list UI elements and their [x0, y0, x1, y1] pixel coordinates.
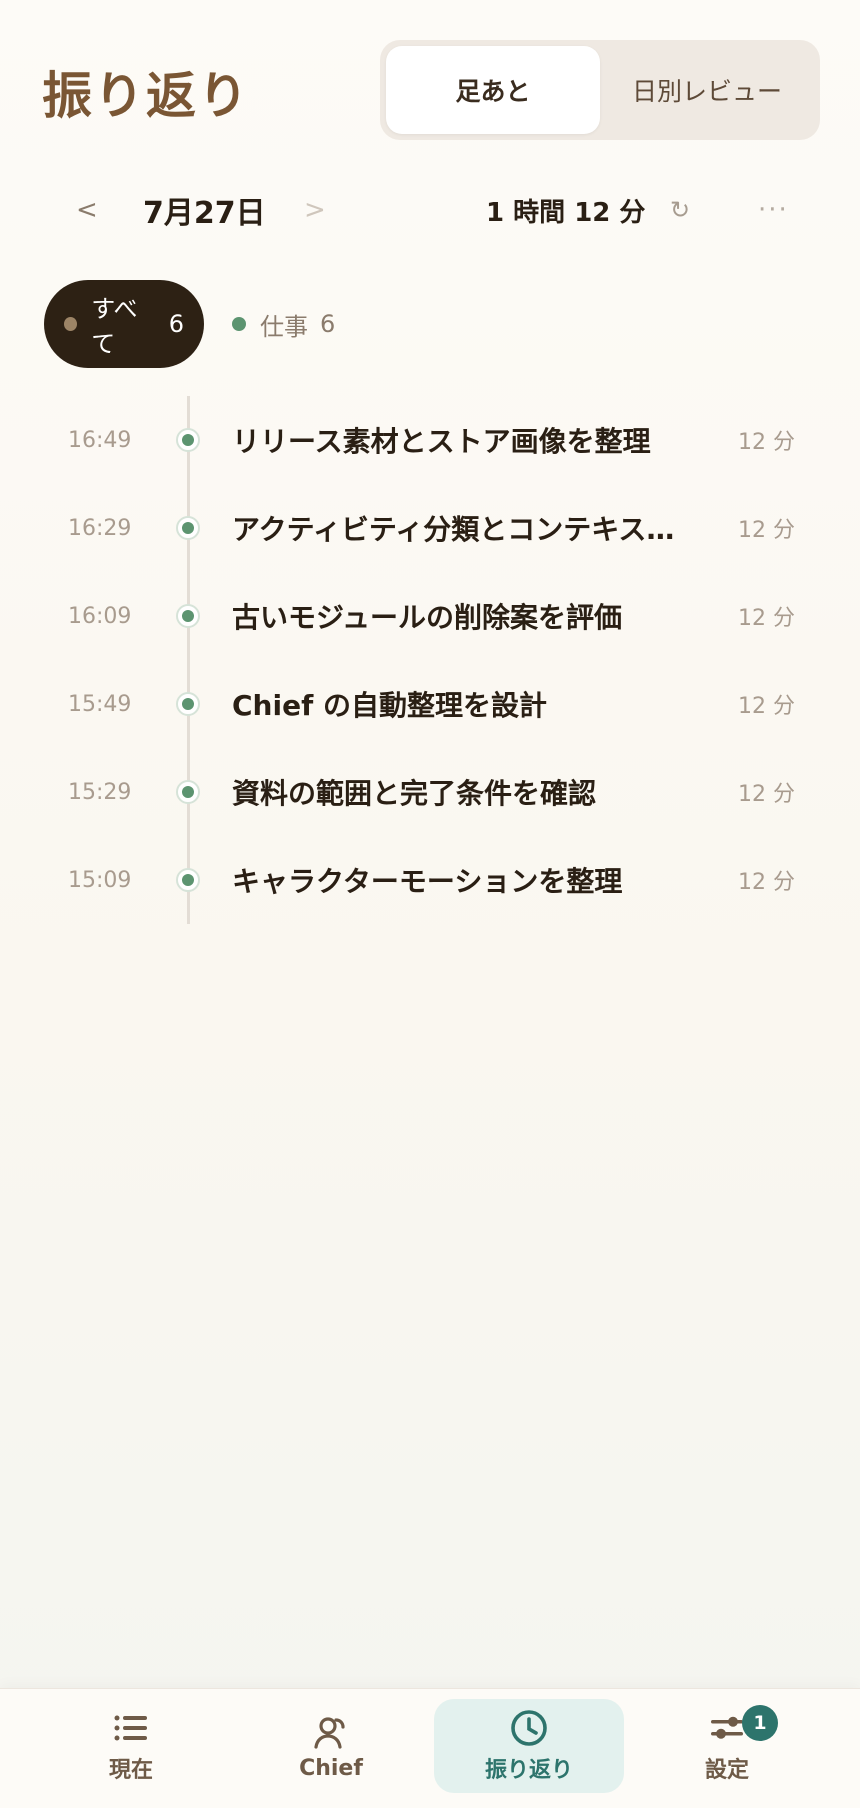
timeline-entry[interactable]: 15:49 Chief の自動整理を設計 12 分	[0, 674, 860, 734]
filter-count: 6	[168, 310, 184, 338]
entry-duration: 12 分	[738, 694, 795, 719]
timeline-node	[176, 780, 200, 804]
sliders-icon	[707, 1708, 747, 1748]
refresh-icon[interactable]: ↻	[670, 185, 690, 235]
clock-icon	[509, 1708, 549, 1748]
tab-label: Chief	[299, 1755, 363, 1781]
view-segmented-control: 足あと 日別レビュー	[380, 40, 820, 140]
filter-count: 6	[320, 310, 336, 338]
timeline-node	[176, 692, 200, 716]
total-duration: 1 時間 12 分	[486, 197, 646, 228]
current-date: 7月27日	[143, 196, 266, 231]
entry-time: 16:09	[68, 603, 132, 629]
timeline-entry[interactable]: 16:29 アクティビティ分類とコンテキストの整理 12 分	[0, 498, 860, 558]
entry-title: 資料の範囲と完了条件を確認	[232, 777, 597, 810]
entry-time: 15:49	[68, 691, 132, 717]
segment-footprints[interactable]: 足あと	[386, 46, 600, 134]
timeline-line	[187, 396, 190, 924]
tab-label: 設定	[704, 1758, 749, 1783]
segment-daily-review[interactable]: 日別レビュー	[600, 46, 814, 134]
entry-time: 16:49	[68, 427, 132, 453]
activity-timeline: 16:49 リリース素材とストア画像を整理 12 分 16:29 アクティビティ…	[0, 396, 860, 924]
timeline-node	[176, 604, 200, 628]
entry-time: 15:29	[68, 779, 132, 805]
category-filters: すべて 6 仕事 6	[44, 280, 335, 368]
app-root: 振り返り 足あと 日別レビュー < 7月27日 > 1 時間 12 分 ↻ ··…	[0, 0, 860, 1808]
tab-label: 振り返り	[484, 1758, 573, 1783]
timeline-node	[176, 868, 200, 892]
entry-time: 16:29	[68, 515, 132, 541]
entry-duration: 12 分	[738, 430, 795, 455]
entry-duration: 12 分	[738, 606, 795, 631]
entry-title: リリース素材とストア画像を整理	[232, 425, 651, 458]
category-dot	[64, 317, 78, 331]
more-options-button[interactable]: ···	[758, 185, 789, 235]
tab-label: 現在	[108, 1758, 153, 1783]
settings-notification-badge: 1	[742, 1705, 778, 1741]
next-day-button[interactable]: >	[304, 185, 326, 235]
prev-day-button[interactable]: <	[76, 185, 98, 235]
timeline-node	[176, 428, 200, 452]
entry-title: アクティビティ分類とコンテキストの整理	[232, 513, 702, 546]
filter-chip-work[interactable]: 仕事 6	[204, 280, 335, 368]
user-icon	[311, 1712, 351, 1752]
entry-title: 古いモジュールの削除案を評価	[232, 601, 623, 634]
timeline-entry[interactable]: 15:29 資料の範囲と完了条件を確認 12 分	[0, 762, 860, 822]
timeline-entry[interactable]: 16:49 リリース素材とストア画像を整理 12 分	[0, 410, 860, 470]
tab-chief[interactable]: Chief	[236, 1699, 426, 1793]
entry-title: Chief の自動整理を設計	[232, 689, 548, 722]
category-dot	[232, 317, 246, 331]
page-title: 振り返り	[42, 67, 250, 125]
entry-duration: 12 分	[738, 782, 795, 807]
tab-now[interactable]: 現在	[36, 1699, 226, 1793]
filter-chip-all[interactable]: すべて 6	[44, 280, 204, 368]
tab-settings[interactable]: 設定	[632, 1699, 822, 1793]
timeline-entry[interactable]: 15:09 キャラクターモーションを整理 12 分	[0, 850, 860, 910]
list-icon	[111, 1708, 151, 1748]
filter-label: 仕事	[260, 312, 308, 341]
timeline-entry[interactable]: 16:09 古いモジュールの削除案を評価 12 分	[0, 586, 860, 646]
tab-review[interactable]: 振り返り	[434, 1699, 624, 1793]
entry-title: キャラクターモーションを整理	[232, 865, 623, 898]
entry-duration: 12 分	[738, 870, 795, 895]
timeline-node	[176, 516, 200, 540]
bottom-tab-bar: 現在 Chief 振り返り 設定 1	[0, 1688, 860, 1808]
filter-label: すべて	[91, 295, 138, 358]
entry-duration: 12 分	[738, 518, 795, 543]
entry-time: 15:09	[68, 867, 132, 893]
date-navigation: < 7月27日 > 1 時間 12 分 ↻ ···	[0, 185, 860, 235]
